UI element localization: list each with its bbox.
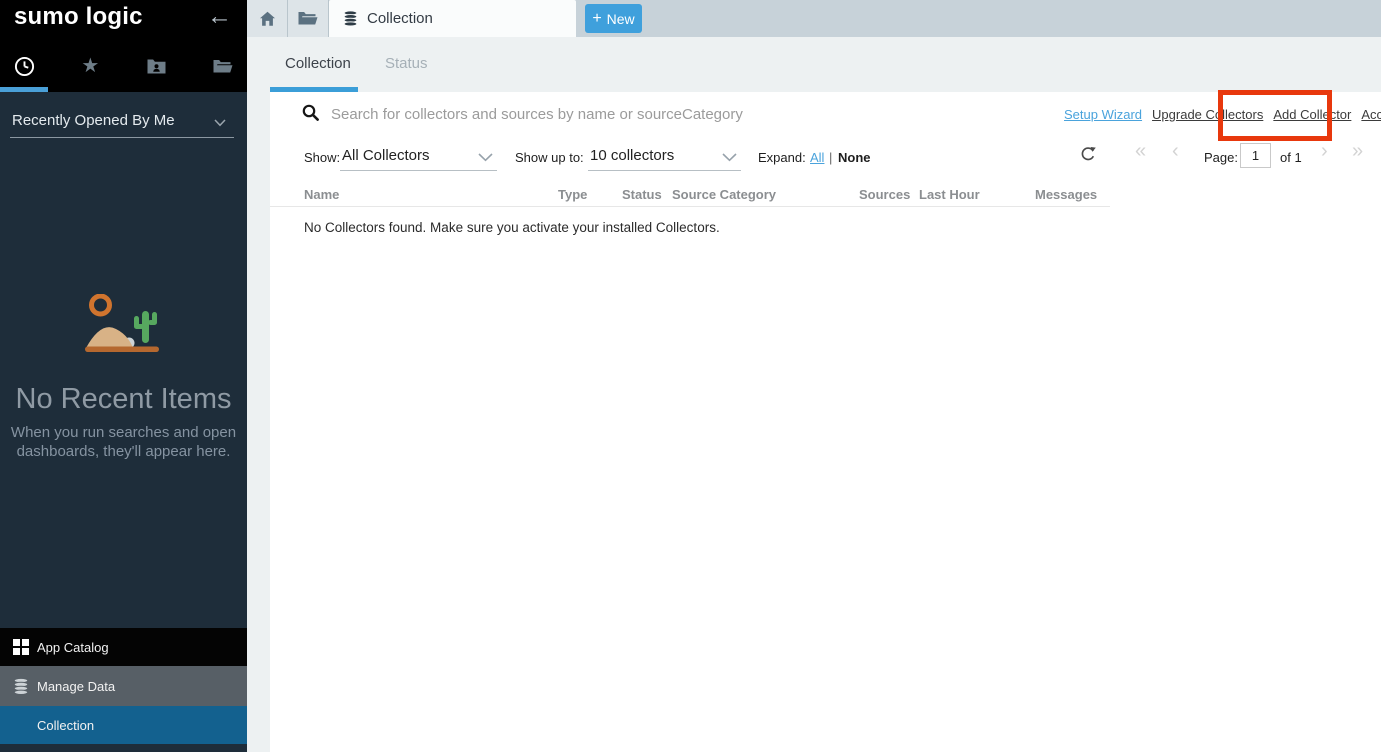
sidebar-item-collection[interactable]: Collection [0, 706, 247, 744]
shared-folder-icon [147, 58, 166, 74]
favorites-tab[interactable]: ★ [77, 53, 103, 79]
sidebar-item-manage-data[interactable]: Manage Data [0, 666, 247, 706]
search-icon [302, 104, 319, 121]
header-links: Setup Wizard Upgrade Collectors Add Coll… [1064, 107, 1381, 122]
show-up-to-dropdown[interactable]: 10 collectors [590, 147, 674, 164]
chevron-down-icon[interactable] [722, 153, 737, 162]
chevron-down-icon[interactable] [478, 153, 493, 162]
main-area: Collection + New Collection Status Setup… [247, 0, 1381, 752]
sidebar-item-label: Collection [37, 718, 94, 733]
column-header-type[interactable]: Type [558, 187, 587, 202]
sidebar-item-label: App Catalog [37, 640, 109, 655]
page-label: Page: [1204, 150, 1238, 165]
add-collector-link[interactable]: Add Collector [1273, 107, 1351, 122]
last-page-icon[interactable]: » [1352, 141, 1363, 161]
show-label: Show: [304, 150, 340, 165]
column-header-messages[interactable]: Messages [1035, 187, 1097, 202]
table-header-divider [270, 206, 1110, 207]
access-keys-link[interactable]: Access Keys [1361, 107, 1381, 122]
no-recent-items-subtext: When you run searches and open dashboard… [0, 423, 247, 461]
sumo-logic-logo: sumo logic [14, 3, 143, 31]
recents-tab[interactable] [11, 53, 37, 79]
show-dropdown-underline [340, 170, 497, 171]
setup-wizard-link[interactable]: Setup Wizard [1064, 107, 1142, 122]
new-button[interactable]: + New [585, 4, 642, 33]
upgrade-collectors-link[interactable]: Upgrade Collectors [1152, 107, 1263, 122]
refresh-icon[interactable] [1080, 146, 1096, 162]
subtext-line1: When you run searches and open [0, 423, 247, 442]
grid-icon [13, 639, 37, 655]
expand-all-link[interactable]: All [810, 150, 824, 165]
first-page-icon[interactable]: « [1135, 141, 1146, 161]
sidebar-nav: ★ [0, 51, 247, 81]
sidebar-header: sumo logic ← ★ [0, 0, 247, 92]
subtab-collection[interactable]: Collection [285, 55, 351, 72]
shared-folders-tab[interactable] [144, 53, 170, 79]
sidebar-menu: App Catalog Manage Data Collection [0, 628, 247, 744]
empty-table-message: No Collectors found. Make sure you activ… [304, 220, 720, 235]
column-header-sources[interactable]: Sources [859, 187, 910, 202]
expand-label: Expand: [758, 150, 806, 165]
column-header-name[interactable]: Name [304, 187, 339, 202]
show-up-to-underline [588, 170, 741, 171]
star-icon: ★ [81, 56, 99, 76]
subtab-status[interactable]: Status [385, 55, 428, 72]
column-header-last-hour[interactable]: Last Hour [919, 187, 980, 202]
page-total: of 1 [1280, 150, 1302, 165]
expand-none-link[interactable]: None [838, 150, 871, 165]
subtab-bar: Collection Status [247, 37, 1381, 92]
desert-illustration [85, 294, 159, 354]
library-button[interactable] [288, 0, 329, 37]
recent-filter-dropdown[interactable]: Recently Opened By Me [10, 110, 234, 138]
database-icon [343, 10, 358, 27]
next-page-icon[interactable]: › [1321, 141, 1328, 161]
search-input[interactable] [331, 103, 991, 125]
show-up-to-label: Show up to: [515, 150, 584, 165]
no-recent-items-title: No Recent Items [0, 383, 247, 416]
subtext-line2: dashboards, they'll appear here. [0, 442, 247, 461]
sidebar-item-app-catalog[interactable]: App Catalog [0, 628, 247, 666]
show-dropdown[interactable]: All Collectors [342, 147, 430, 164]
tab-strip: Collection + New [247, 0, 1381, 37]
database-icon [13, 678, 37, 695]
sidebar-item-label: Manage Data [37, 679, 115, 694]
plus-icon: + [592, 11, 601, 27]
column-header-source-category[interactable]: Source Category [672, 187, 776, 202]
prev-page-icon[interactable]: ‹ [1172, 141, 1179, 161]
home-button[interactable] [247, 0, 288, 37]
clock-icon [14, 56, 35, 77]
collapse-sidebar-icon[interactable]: ← [207, 2, 232, 31]
active-nav-underline [0, 87, 48, 92]
tab-label: Collection [367, 10, 433, 27]
open-folder-icon [213, 59, 233, 74]
recent-filter-label: Recently Opened By Me [12, 112, 175, 129]
library-tab[interactable] [210, 53, 236, 79]
sidebar: sumo logic ← ★ [0, 0, 247, 752]
tab-collection[interactable]: Collection [329, 0, 576, 37]
column-header-status[interactable]: Status [622, 187, 662, 202]
collection-panel: Setup Wizard Upgrade Collectors Add Coll… [247, 92, 1381, 752]
new-button-label: New [607, 11, 635, 27]
left-gutter [247, 92, 270, 752]
chevron-down-icon [214, 119, 226, 127]
expand-separator: | [829, 150, 832, 165]
open-folder-icon [298, 11, 318, 26]
page-number-input[interactable] [1240, 143, 1271, 168]
home-icon [259, 11, 276, 27]
